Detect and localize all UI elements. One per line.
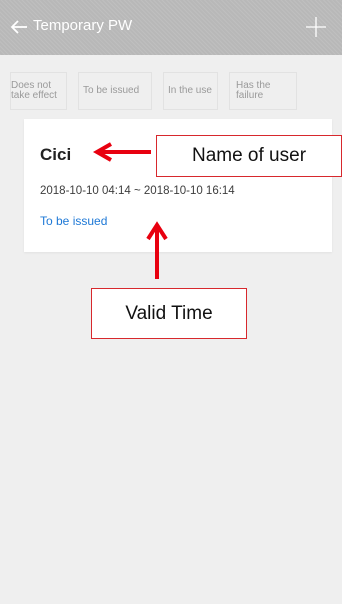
status-text: To be issued	[40, 214, 108, 228]
tab-label: Has the failure	[236, 80, 271, 101]
valid-time: 2018-10-10 04:14 ~ 2018-10-10 16:14	[40, 185, 235, 197]
status-filter-bar: Does not take effect To be issued In the…	[0, 66, 342, 116]
tab-label: Does not take effect	[11, 80, 57, 101]
tab-in-the-use[interactable]: In the use	[163, 72, 218, 110]
app-header: Temporary PW	[0, 0, 342, 55]
plus-icon[interactable]	[305, 16, 327, 38]
user-name: Cici	[40, 145, 72, 164]
header-title: Temporary PW	[33, 17, 133, 34]
tab-to-be-issued[interactable]: To be issued	[78, 72, 152, 110]
tab-label: In the use	[168, 85, 212, 96]
back-arrow-icon[interactable]	[10, 15, 30, 39]
annotation-name-of-user: Name of user	[156, 135, 342, 177]
annotation-valid-time: Valid Time	[91, 288, 247, 339]
annotation-label: Name of user	[191, 145, 307, 166]
tab-label: To be issued	[83, 85, 140, 96]
annotation-label: Valid Time	[125, 302, 213, 324]
tab-does-not-take-effect[interactable]: Does not take effect	[10, 72, 67, 110]
left-arrow-icon	[92, 142, 151, 162]
up-arrow-icon	[146, 221, 168, 279]
tab-has-the-failure[interactable]: Has the failure	[229, 72, 297, 110]
